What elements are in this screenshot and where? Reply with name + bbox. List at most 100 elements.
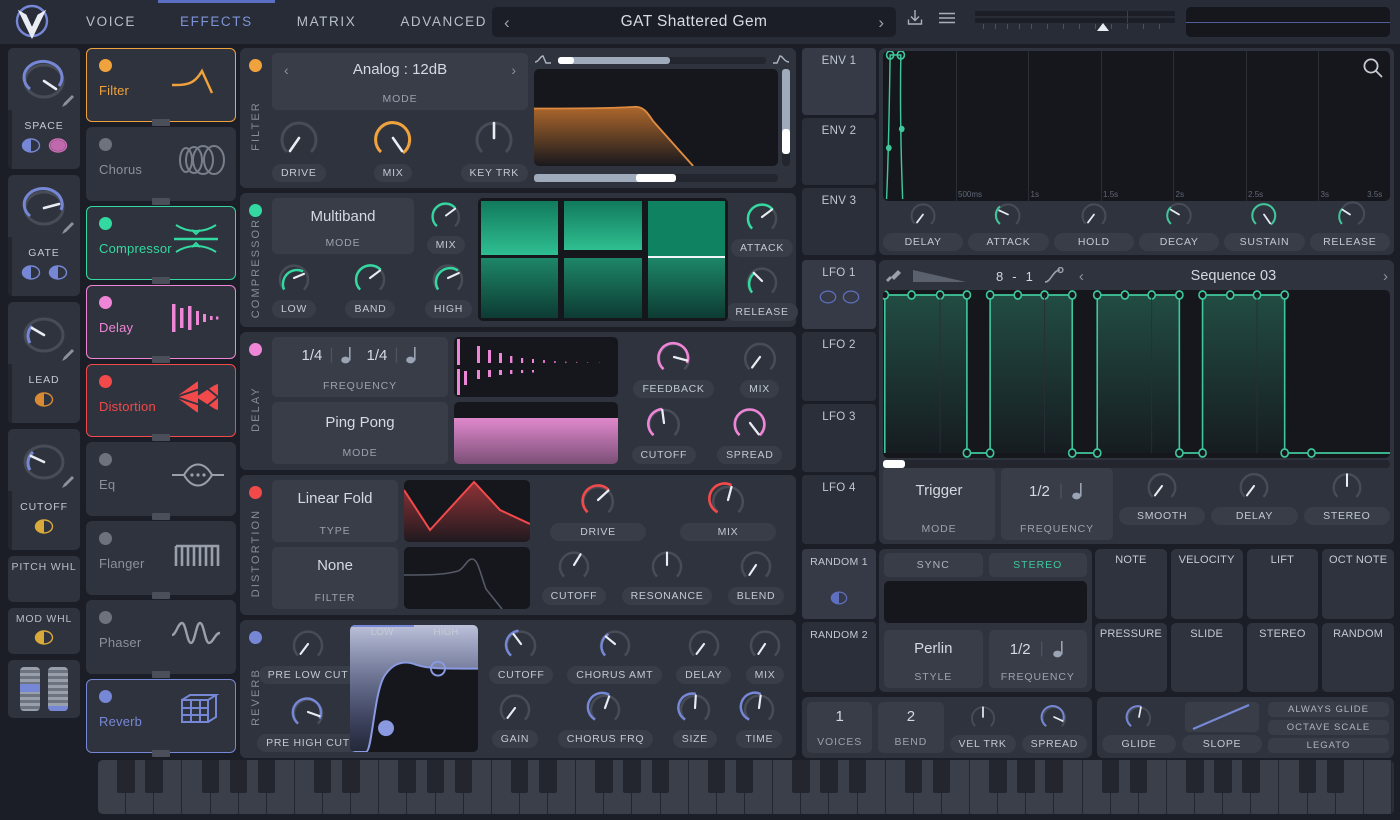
env-tab-3[interactable]: ENV 3 <box>802 188 876 256</box>
lfo-tab-2[interactable]: LFO 2 <box>802 332 876 401</box>
mod-source-stereo[interactable]: STEREO <box>1246 622 1319 692</box>
env-sustain-knob[interactable] <box>1246 199 1282 230</box>
always-glide-toggle[interactable]: ALWAYS GLIDE <box>1268 702 1389 717</box>
black-key[interactable] <box>257 760 276 794</box>
fx-drag-handle[interactable] <box>152 592 170 600</box>
delay-cutoff-control[interactable]: CUTOFF <box>631 403 697 465</box>
env-hold-control[interactable]: HOLD <box>1053 199 1134 252</box>
black-key[interactable] <box>595 760 613 794</box>
lfo-sequence-display[interactable] <box>883 290 1390 459</box>
black-key[interactable] <box>1214 760 1232 794</box>
reverb-gain-control[interactable]: GAIN <box>491 689 539 749</box>
filter-mix-control[interactable]: MIX <box>370 115 416 182</box>
chevron-right-icon[interactable]: › <box>511 62 516 78</box>
mod-dot-icon[interactable] <box>21 138 41 153</box>
delay-frequency-selector[interactable]: 1/4 | 1/4 | FREQUENCY <box>272 337 448 398</box>
fx-item-eq[interactable]: Eq <box>86 442 236 521</box>
veltrk-control[interactable]: VEL TRK <box>949 702 1016 753</box>
fx-enable-led[interactable] <box>99 453 112 467</box>
compressor-high-knob[interactable] <box>428 259 468 297</box>
black-key[interactable] <box>792 760 810 794</box>
fx-enable-led[interactable] <box>99 216 112 230</box>
random-sync-button[interactable]: SYNC <box>884 553 983 578</box>
filter-mode-selector[interactable]: ‹ Analog : 12dB › MODE <box>272 53 528 110</box>
delay-spread-knob[interactable] <box>729 403 771 443</box>
env-decay-knob[interactable] <box>1161 199 1197 230</box>
env-decay-control[interactable]: DECAY <box>1138 199 1220 252</box>
env-tab-2[interactable]: ENV 2 <box>802 118 876 186</box>
env-hold-knob[interactable] <box>1076 199 1112 230</box>
fx-drag-handle[interactable] <box>152 750 170 758</box>
black-key[interactable] <box>932 760 951 794</box>
quarter-note-icon[interactable] <box>1072 482 1085 500</box>
mod-wheel[interactable] <box>48 667 68 711</box>
fx-item-compressor[interactable]: Compressor <box>86 205 236 284</box>
mod-dot-icon[interactable] <box>819 290 837 304</box>
ruler-playhead-marker[interactable] <box>1097 23 1109 31</box>
lfo-grid-denominator[interactable]: 1 <box>1026 269 1033 284</box>
preset-browser[interactable]: ‹ GAT Shattered Gem › <box>492 7 896 37</box>
black-key[interactable] <box>1101 760 1120 794</box>
slope-control[interactable]: SLOPE <box>1182 702 1262 753</box>
black-key[interactable] <box>1129 760 1148 794</box>
lfo-tab-1[interactable]: LFO 1 <box>802 260 876 330</box>
pencil-icon[interactable] <box>61 221 75 235</box>
mod-source-pressure[interactable]: PRESSURE <box>1095 622 1167 692</box>
env-delay-control[interactable]: DELAY <box>883 199 964 252</box>
lfo-delay-knob[interactable] <box>1235 468 1273 504</box>
black-key[interactable] <box>201 760 219 794</box>
multiband-meters[interactable] <box>478 198 728 322</box>
curve-tool-icon[interactable] <box>1043 267 1065 285</box>
tab-effects[interactable]: EFFECTS <box>158 0 275 44</box>
fx-item-distortion[interactable]: Distortion <box>86 363 236 442</box>
fx-enable-led[interactable] <box>99 137 112 151</box>
chevron-left-icon[interactable]: ‹ <box>504 14 510 31</box>
macro-cutoff[interactable]: CUTOFF <box>8 429 80 550</box>
black-key[interactable] <box>145 760 163 794</box>
black-key[interactable] <box>1242 760 1260 794</box>
black-key[interactable] <box>314 760 332 794</box>
black-key[interactable] <box>398 760 416 794</box>
reverb-delay-knob[interactable] <box>684 625 724 663</box>
delay-taps-display[interactable] <box>454 337 618 398</box>
reverb-gain-knob[interactable] <box>495 689 535 727</box>
lfo-stereo-control[interactable]: STEREO <box>1303 468 1390 540</box>
random-noise-display[interactable] <box>884 581 1087 624</box>
legato-toggle[interactable]: LEGATO <box>1268 738 1389 753</box>
voices-cell[interactable]: 1 VOICES <box>807 702 873 753</box>
mod-source-random[interactable]: RANDOM <box>1322 622 1394 692</box>
mod-dot-icon[interactable] <box>830 591 848 605</box>
reverb-prelowcut-control[interactable]: PRE LOW CUT <box>258 625 358 685</box>
macro-lead[interactable]: LEAD <box>8 302 80 423</box>
reverb-mix-knob[interactable] <box>745 625 785 663</box>
highpass-icon[interactable] <box>772 54 790 66</box>
lfo-tab-3[interactable]: LFO 3 <box>802 403 876 473</box>
compressor-mix-knob[interactable] <box>426 198 466 233</box>
reverb-mix-control[interactable]: MIX <box>745 625 785 685</box>
env-release-knob[interactable] <box>1332 199 1368 230</box>
fx-drag-handle[interactable] <box>152 197 170 205</box>
env-delay-knob[interactable] <box>905 199 941 230</box>
delay-feedback-knob[interactable] <box>653 337 695 377</box>
black-key[interactable] <box>229 760 248 794</box>
tab-advanced[interactable]: ADVANCED <box>378 0 509 44</box>
env-release-control[interactable]: RELEASE <box>1309 199 1390 252</box>
compressor-release-knob[interactable] <box>742 262 782 300</box>
slope-display[interactable] <box>1185 702 1259 732</box>
glide-control[interactable]: GLIDE <box>1102 702 1176 753</box>
filter-keytrk-control[interactable]: KEY TRK <box>460 115 528 182</box>
download-icon[interactable] <box>905 8 925 28</box>
timeline-ruler[interactable] <box>975 11 1175 35</box>
glide-knob[interactable] <box>1122 702 1156 732</box>
black-key[interactable] <box>454 760 473 794</box>
chevron-left-icon[interactable]: ‹ <box>1079 268 1084 285</box>
compressor-enable-led[interactable] <box>249 204 262 217</box>
reverb-chorusamt-control[interactable]: CHORUS AMT <box>567 625 663 685</box>
black-key[interactable] <box>735 760 754 794</box>
filter-top-slider-thumb[interactable] <box>558 56 574 64</box>
compressor-mode-selector[interactable]: Multiband MODE <box>272 198 414 254</box>
search-icon[interactable] <box>1362 57 1384 79</box>
lfo-frequency-selector[interactable]: 1/2 | FREQUENCY <box>1001 468 1113 541</box>
reverb-size-control[interactable]: SIZE <box>672 689 717 749</box>
distortion-cutoff-knob[interactable] <box>554 546 594 584</box>
